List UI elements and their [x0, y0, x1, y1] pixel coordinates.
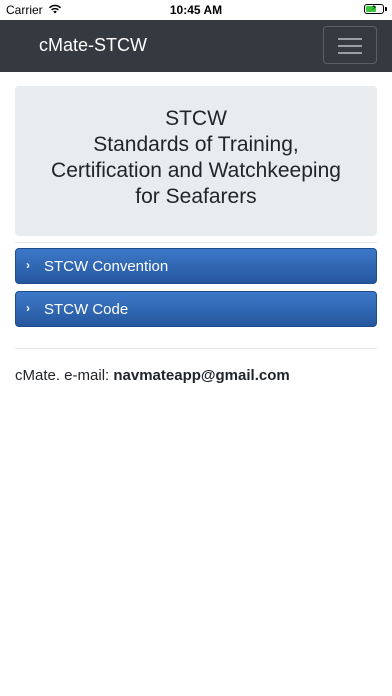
contact-email-link[interactable]: navmateapp@gmail.com [113, 367, 289, 384]
title-line-1: STCW [165, 107, 227, 130]
battery-charging-icon: ⚡ [364, 2, 387, 14]
chevron-right-icon: › [26, 258, 30, 272]
section-button-stcw-code[interactable]: › STCW Code [15, 291, 377, 327]
navbar: cMate-STCW [0, 20, 392, 72]
divider [15, 348, 377, 349]
section-label: STCW Code [44, 301, 129, 318]
status-time: 10:45 AM [169, 3, 223, 17]
app-brand[interactable]: cMate-STCW [39, 35, 147, 56]
battery-nub [385, 7, 387, 11]
contact-prefix: cMate. e-mail: [15, 367, 114, 384]
hamburger-menu-button[interactable] [323, 26, 377, 64]
chevron-right-icon: › [26, 301, 30, 315]
section-button-stcw-convention[interactable]: › STCW Convention [15, 248, 377, 284]
status-bar: Carrier 10:45 AM ⚡ [0, 0, 392, 20]
title-jumbotron: STCW Standards of Training, Certificatio… [15, 86, 377, 236]
hamburger-menu-icon [338, 45, 362, 47]
divider [15, 242, 377, 243]
title-line-2: Standards of Training, [93, 133, 299, 156]
title-line-3: Certification and Watchkeeping [51, 159, 341, 182]
charging-bolt-icon: ⚡ [371, 2, 378, 12]
title-line-4: for Seafarers [135, 185, 257, 208]
hamburger-menu-icon [338, 52, 362, 54]
hamburger-menu-icon [338, 38, 362, 40]
section-label: STCW Convention [44, 258, 169, 275]
contact-text: cMate. e-mail: navmateapp@gmail.com [15, 367, 290, 384]
